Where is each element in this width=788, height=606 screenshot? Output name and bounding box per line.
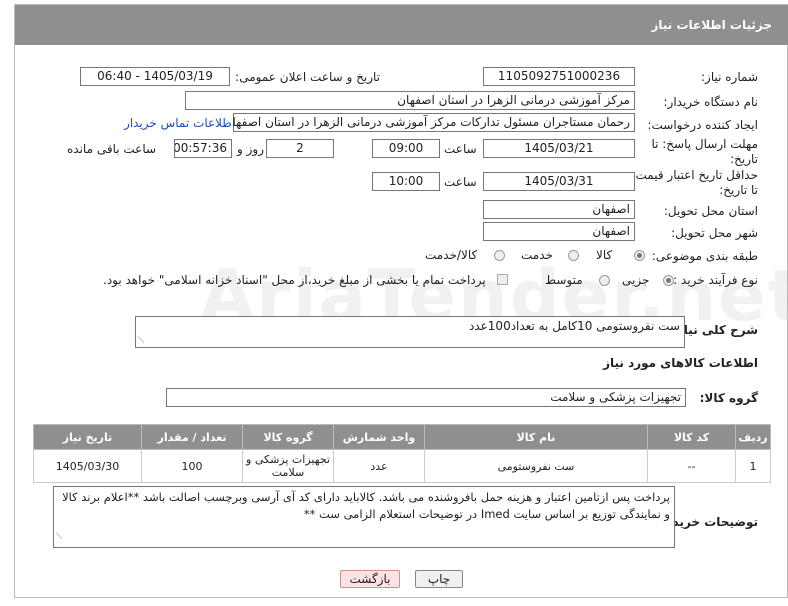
resize-grip-icon: ⟋ — [56, 532, 63, 542]
cell-date: 1405/03/30 — [33, 449, 142, 483]
buyer-notes-textarea[interactable]: پرداخت پس ازتامین اعتبار و هزینه حمل باف… — [53, 486, 675, 548]
need-number-label: شماره نیاز: — [701, 70, 758, 84]
deadline-time-label: ساعت — [444, 142, 477, 156]
days-field: 2 — [266, 139, 334, 158]
category-radio-goods[interactable] — [634, 250, 645, 261]
deadline-label: مهلت ارسال پاسخ: تا تاریخ: — [651, 137, 758, 166]
buyer-notes-text: پرداخت پس ازتامین اعتبار و هزینه حمل باف… — [62, 490, 670, 521]
page-title: جزئیات اطلاعات نیاز — [651, 18, 772, 32]
remaining-label: ساعت باقی مانده — [67, 142, 157, 156]
validity-time-field: 10:00 — [372, 172, 440, 191]
cell-row: 1 — [735, 449, 771, 483]
col-row: ردیف — [735, 424, 771, 450]
need-number-field: 1105092751000236 — [483, 67, 635, 86]
process-option-medium: متوسط — [545, 273, 583, 287]
table-row: 1 -- ست نفروستومی عدد تجهیزات پزشکی و سل… — [33, 449, 771, 483]
validity-time-label: ساعت — [444, 175, 477, 189]
announce-label: تاریخ و ساعت اعلان عمومی: — [235, 70, 380, 84]
summary-textarea[interactable]: ست نفروستومی 10کامل به تعداد100عدد ⟋ — [135, 316, 685, 348]
col-date: تاریخ نیاز — [33, 424, 142, 450]
cell-qty: 100 — [141, 449, 243, 483]
category-option-goods-service: کالا/خدمت — [425, 248, 478, 262]
payment-note: پرداخت تمام یا بخشی از مبلغ خرید،از محل … — [103, 273, 486, 287]
goods-section-title: اطلاعات کالاهای مورد نیاز — [603, 356, 758, 370]
category-radio-goods-service[interactable] — [494, 250, 505, 261]
cell-name: ست نفروستومی — [424, 449, 648, 483]
resize-grip-icon: ⟋ — [138, 336, 145, 346]
process-radio-medium[interactable] — [599, 275, 610, 286]
buyer-field: مرکز آموزشی درمانی الزهرا در استان اصفها… — [185, 91, 635, 110]
buyer-contact-link[interactable]: اطلاعات تماس خریدار — [124, 116, 235, 130]
remaining-time-field: 00:57:36 — [174, 139, 232, 158]
province-label: استان محل تحویل: — [663, 204, 758, 218]
creator-field: رحمان مستاجران مسئول تدارکات مرکز آموزشی… — [233, 113, 635, 132]
province-field: اصفهان — [483, 200, 635, 219]
category-option-service: خدمت — [521, 248, 553, 262]
treasury-checkbox[interactable] — [497, 274, 508, 285]
process-label: نوع فرآیند خرید : — [673, 273, 758, 287]
deadline-date-field: 1405/03/21 — [483, 139, 635, 158]
days-label: روز و — [237, 142, 264, 156]
city-field: اصفهان — [483, 222, 635, 241]
announce-field: 1405/03/19 - 06:40 — [80, 67, 230, 86]
goods-group-label: گروه کالا: — [699, 391, 758, 405]
deadline-time-field: 09:00 — [372, 139, 440, 158]
city-label: شهر محل تحویل: — [671, 226, 758, 240]
cell-group: تجهیزات پزشکی و سلامت — [242, 449, 334, 483]
col-name: نام کالا — [424, 424, 648, 450]
col-unit: واحد شمارش — [333, 424, 425, 450]
cell-code: -- — [647, 449, 736, 483]
category-radio-service[interactable] — [568, 250, 579, 261]
col-code: کد کالا — [647, 424, 736, 450]
col-group: گروه کالا — [242, 424, 334, 450]
goods-group-field: تجهیزات پزشکی و سلامت — [166, 388, 686, 407]
col-qty: تعداد / مقدار — [141, 424, 243, 450]
creator-label: ایجاد کننده درخواست: — [647, 118, 758, 132]
buyer-label: نام دستگاه خریدار: — [663, 95, 759, 109]
goods-table-header: ردیف کد کالا نام کالا واحد شمارش گروه کا… — [33, 424, 771, 450]
validity-date-field: 1405/03/31 — [483, 172, 635, 191]
process-option-minor: جزیی — [622, 273, 650, 287]
category-label: طبقه بندی موضوعی: — [651, 249, 758, 263]
category-option-goods: کالا — [596, 248, 613, 262]
back-button[interactable]: بازگشت — [340, 570, 400, 588]
panel-header: جزئیات اطلاعات نیاز — [15, 5, 788, 45]
process-radio-minor[interactable] — [663, 275, 674, 286]
validity-label: حداقل تاریخ اعتبار قیمت: تا تاریخ: — [631, 168, 758, 197]
summary-text: ست نفروستومی 10کامل به تعداد100عدد — [468, 319, 680, 333]
goods-table: ردیف کد کالا نام کالا واحد شمارش گروه کا… — [33, 424, 771, 483]
cell-unit: عدد — [333, 449, 425, 483]
print-button[interactable]: چاپ — [415, 570, 463, 588]
